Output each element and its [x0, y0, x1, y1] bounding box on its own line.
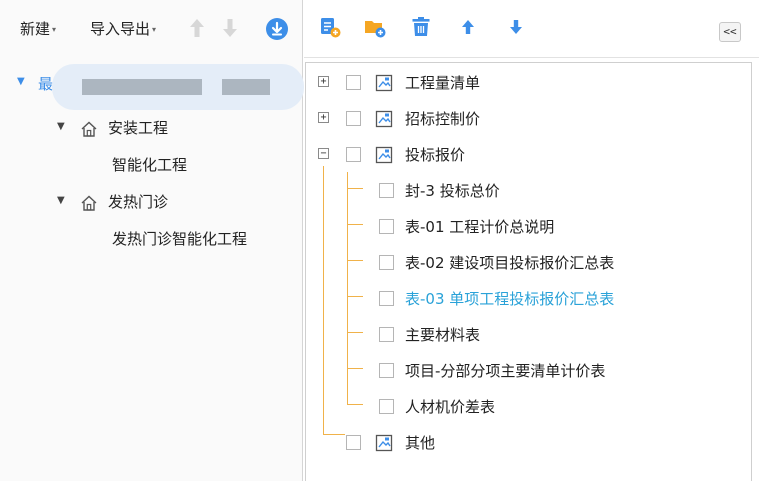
report-folder-icon — [375, 146, 393, 164]
project-tree-panel: 新建 ▾ 导入导出 ▾ ▼ 最 ▼ 安装工程 智能化工程 ▼ 发热门诊 发热门诊… — [0, 0, 304, 481]
import-export-menu-button[interactable]: 导入导出 ▾ — [90, 17, 156, 41]
report-tree-label: 其他 — [405, 434, 436, 452]
collapse-minus-icon[interactable]: − — [318, 148, 329, 159]
row-checkbox[interactable] — [379, 399, 394, 414]
row-checkbox[interactable] — [379, 219, 394, 234]
new-menu-button[interactable]: 新建 ▾ — [20, 17, 56, 41]
row-checkbox[interactable] — [379, 183, 394, 198]
collapse-panel-button[interactable]: << — [719, 22, 741, 42]
report-folder-icon — [375, 434, 393, 452]
report-tree-label: 投标报价 — [405, 146, 466, 164]
new-menu-label: 新建 — [20, 20, 51, 38]
expand-triangle-icon[interactable]: ▼ — [57, 121, 65, 132]
left-toolbar: 新建 ▾ 导入导出 ▾ — [0, 0, 303, 58]
row-checkbox[interactable] — [379, 291, 394, 306]
house-icon — [81, 195, 97, 211]
report-tree-label: 主要材料表 — [405, 326, 481, 344]
row-checkbox[interactable] — [379, 327, 394, 342]
report-tree-row[interactable]: 项目-分部分项主要清单计价表 — [306, 353, 751, 389]
caret-down-icon: ▾ — [52, 24, 57, 34]
arrow-up-icon[interactable] — [188, 16, 206, 40]
move-down-icon[interactable] — [504, 15, 528, 39]
row-checkbox[interactable] — [346, 435, 361, 450]
root-label-prefix: 最 — [38, 75, 54, 93]
tree-leaf-label: 发热门诊智能化工程 — [112, 230, 248, 248]
report-tree-panel: << + 工程量清单 + 招标控制价 − 投标报价 封-3 投标总价 表-01 … — [304, 0, 759, 481]
report-tree-row[interactable]: 表-02 建设项目投标报价汇总表 — [306, 245, 751, 281]
tree-leaf-label: 智能化工程 — [112, 156, 188, 174]
tree-node-row[interactable]: ▼ 安装工程 — [0, 110, 303, 146]
report-tree-label: 人材机价差表 — [405, 398, 496, 416]
report-tree-row[interactable]: 表-01 工程计价总说明 — [306, 209, 751, 245]
report-tree-row[interactable]: + 招标控制价 — [306, 101, 751, 137]
move-up-icon[interactable] — [456, 15, 480, 39]
report-tree-row-selected[interactable]: 表-03 单项工程投标报价汇总表 — [306, 281, 751, 317]
tree-node-label: 发热门诊 — [108, 193, 169, 211]
report-folder-icon — [375, 74, 393, 92]
report-tree-row[interactable]: 封-3 投标总价 — [306, 173, 751, 209]
report-folder-icon — [375, 110, 393, 128]
row-checkbox[interactable] — [379, 255, 394, 270]
row-checkbox[interactable] — [379, 363, 394, 378]
report-tree-row[interactable]: − 投标报价 — [306, 137, 751, 173]
row-checkbox[interactable] — [346, 75, 361, 90]
house-icon — [81, 121, 97, 137]
redacted-project-name — [52, 64, 304, 110]
right-toolbar: << — [304, 0, 759, 58]
arrow-down-icon[interactable] — [221, 16, 239, 40]
delete-icon[interactable] — [409, 15, 433, 39]
report-tree-label: 工程量清单 — [405, 74, 481, 92]
expand-triangle-icon[interactable]: ▼ — [57, 195, 65, 206]
row-checkbox[interactable] — [346, 111, 361, 126]
report-tree: + 工程量清单 + 招标控制价 − 投标报价 封-3 投标总价 表-01 工程计… — [305, 62, 752, 481]
row-checkbox[interactable] — [346, 147, 361, 162]
caret-down-icon: ▾ — [152, 24, 157, 34]
report-tree-label: 招标控制价 — [405, 110, 481, 128]
report-tree-label: 封-3 投标总价 — [405, 182, 500, 200]
add-report-icon[interactable] — [318, 15, 342, 39]
report-tree-label: 项目-分部分项主要清单计价表 — [405, 362, 606, 380]
add-folder-icon[interactable] — [363, 15, 387, 39]
report-tree-label: 表-01 工程计价总说明 — [405, 218, 555, 236]
expand-plus-icon[interactable]: + — [318, 112, 329, 123]
import-export-label: 导入导出 — [90, 20, 151, 38]
tree-node-label: 安装工程 — [108, 119, 169, 137]
report-tree-row[interactable]: 主要材料表 — [306, 317, 751, 353]
download-circle-icon[interactable] — [266, 18, 288, 40]
report-tree-row[interactable]: 人材机价差表 — [306, 389, 751, 425]
report-tree-row[interactable]: + 工程量清单 — [306, 65, 751, 101]
expand-triangle-icon[interactable]: ▼ — [17, 76, 25, 87]
tree-node-row[interactable]: ▼ 发热门诊 — [0, 184, 303, 220]
report-tree-row[interactable]: 其他 — [306, 425, 751, 461]
expand-plus-icon[interactable]: + — [318, 76, 329, 87]
tree-leaf-row[interactable]: 智能化工程 — [0, 147, 303, 183]
tree-leaf-row[interactable]: 发热门诊智能化工程 — [0, 221, 303, 257]
report-tree-label: 表-03 单项工程投标报价汇总表 — [405, 290, 615, 308]
report-tree-label: 表-02 建设项目投标报价汇总表 — [405, 254, 615, 272]
